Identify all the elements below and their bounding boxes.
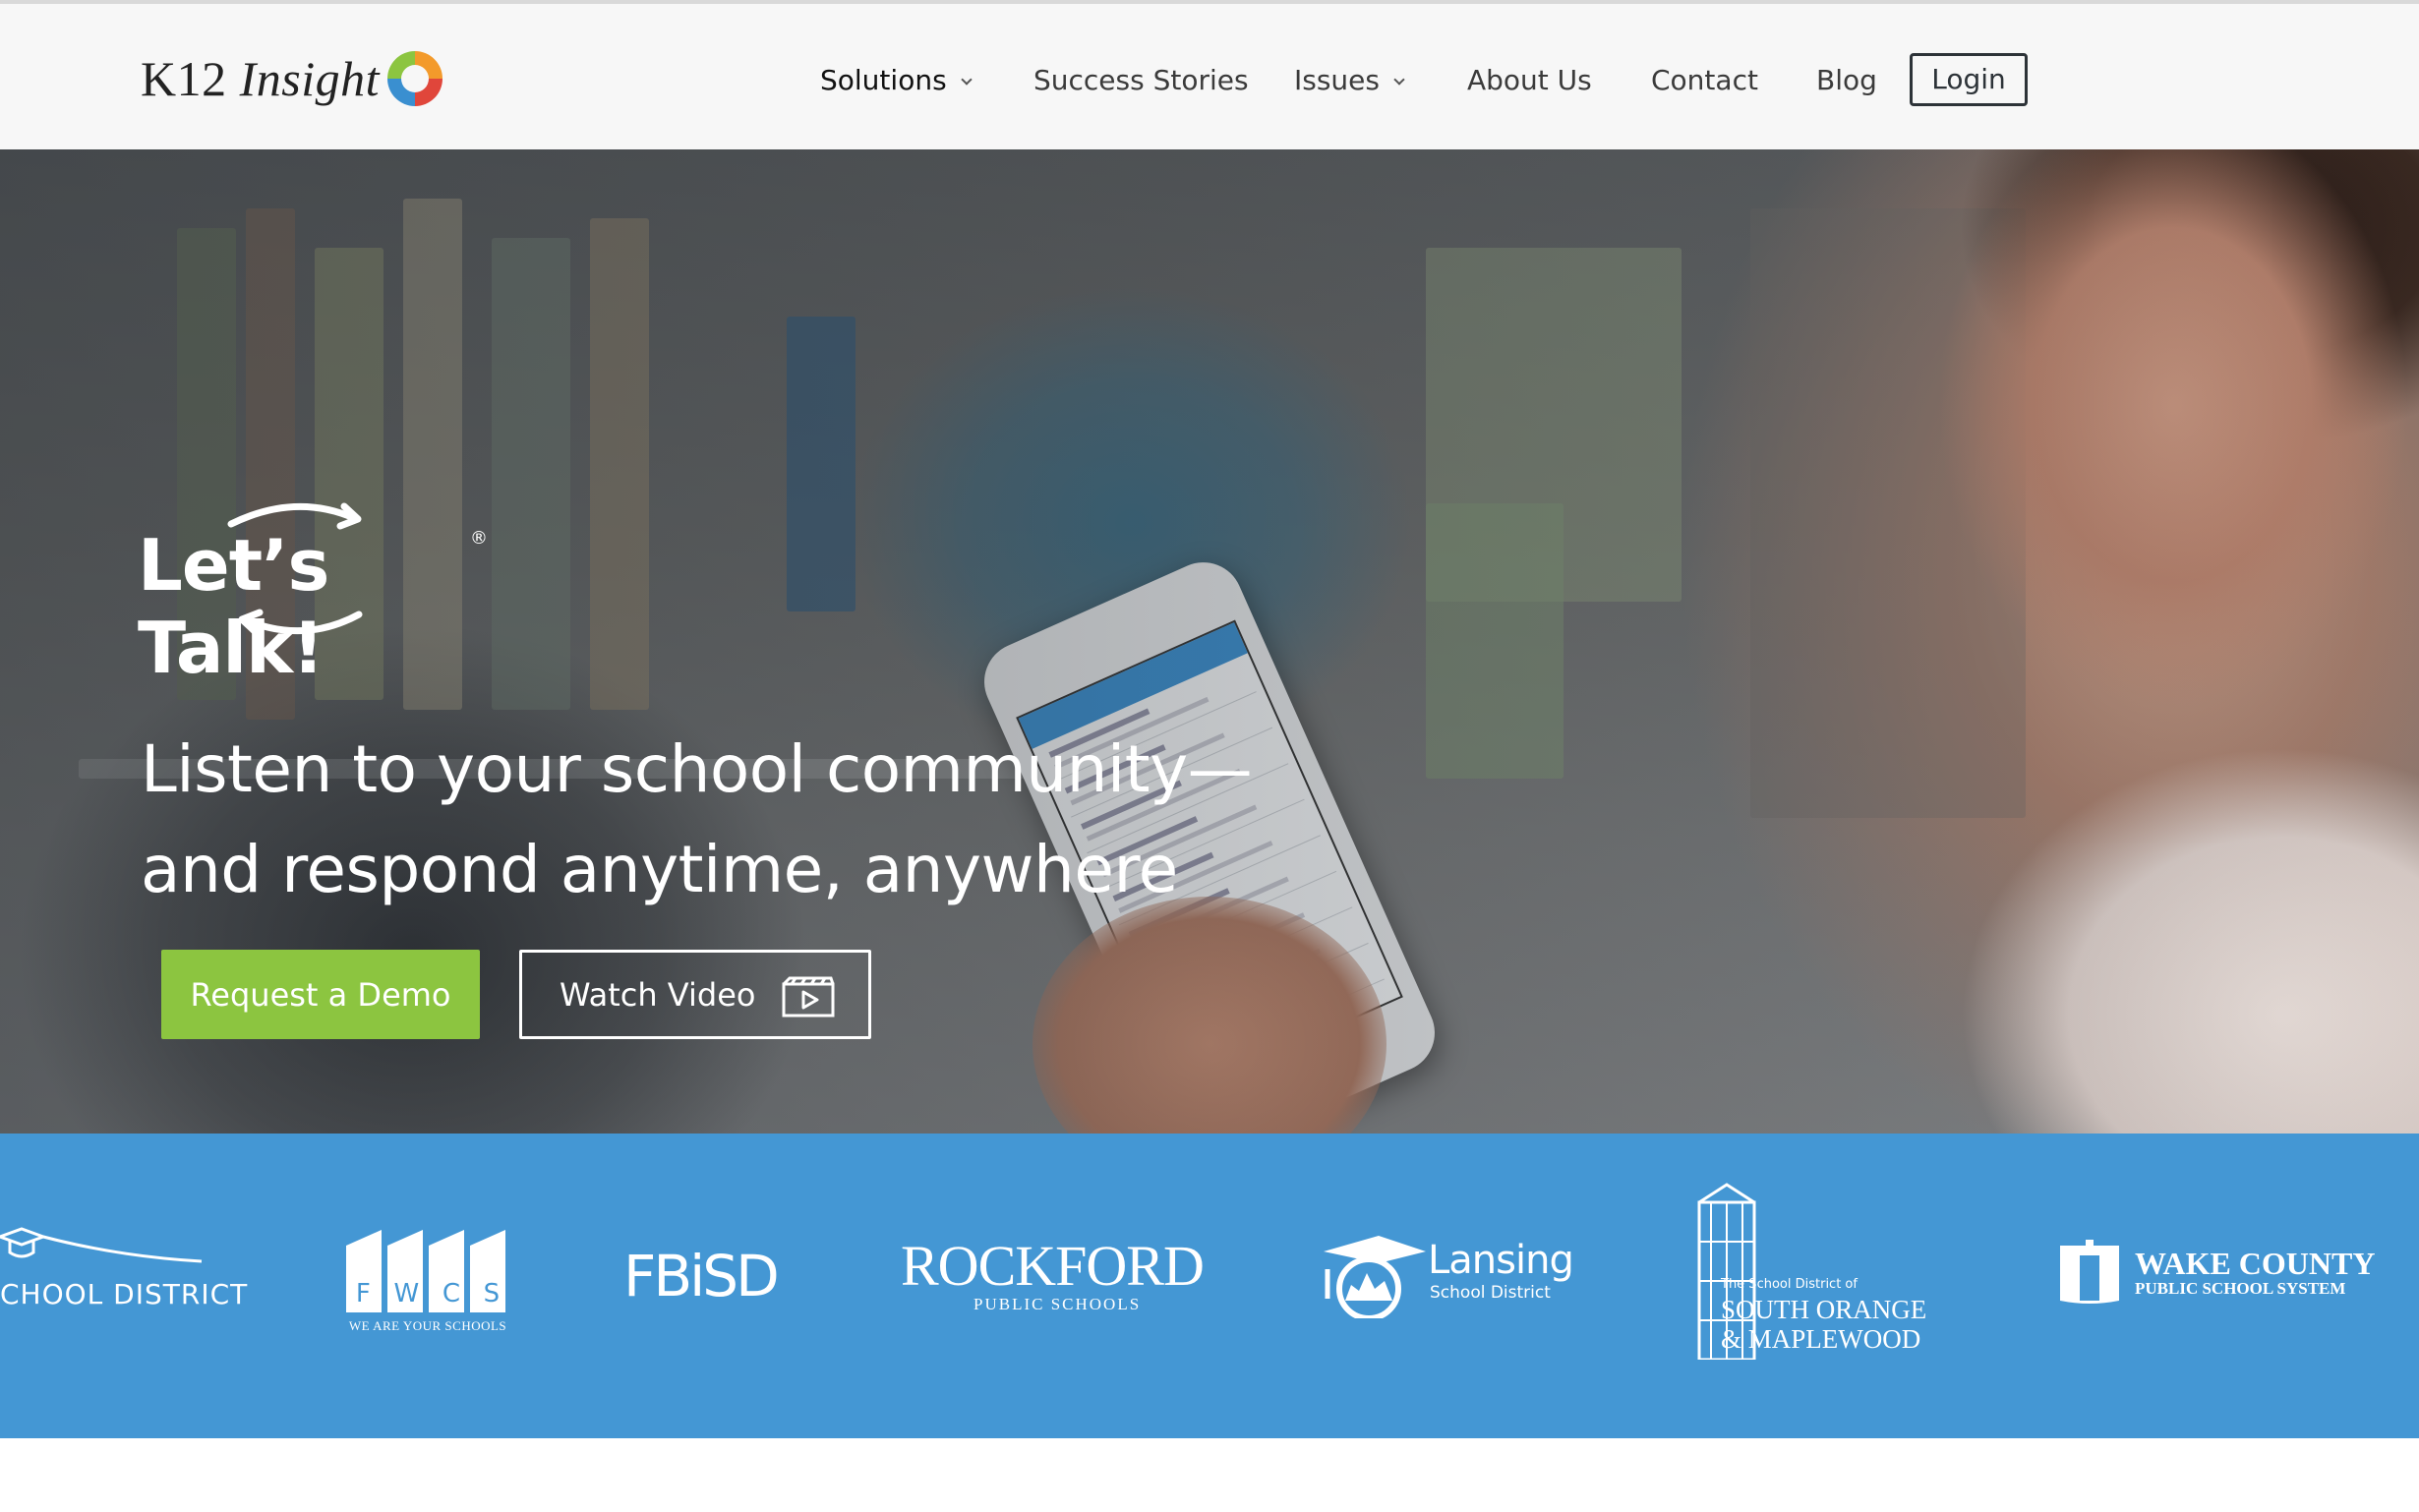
lansing-capitol-icon xyxy=(1324,1236,1426,1318)
page-bottom-area xyxy=(0,1438,2419,1512)
rockford-subtitle: PUBLIC SCHOOLS xyxy=(974,1295,1142,1313)
nav-item-blog[interactable]: Blog xyxy=(1816,53,1877,108)
nav-label: Blog xyxy=(1816,64,1877,96)
registered-mark: ® xyxy=(470,528,488,549)
south-orange-line1: SOUTH ORANGE xyxy=(1721,1295,1927,1324)
lets-talk-wordmark: Let’s Talk! xyxy=(138,524,329,689)
fwcs-logo: F W C S WE ARE YOUR SCHOOLS xyxy=(344,1220,511,1338)
fwcs-letter: F xyxy=(355,1279,371,1308)
south-orange-maplewood-logo: The School District of SOUTH ORANGE & MA… xyxy=(1682,1183,1947,1360)
fwcs-letter: C xyxy=(442,1279,460,1308)
graduation-cap-icon xyxy=(0,1227,203,1263)
fwcs-tagline: WE ARE YOUR SCHOOLS xyxy=(348,1318,507,1333)
south-orange-prefix: The School District of xyxy=(1721,1277,1858,1292)
nav-label: Contact xyxy=(1651,64,1758,96)
nav-item-contact[interactable]: Contact xyxy=(1651,53,1758,108)
chevron-down-icon xyxy=(1393,74,1405,86)
main-nav: Solutions Success Stories Issues About U… xyxy=(0,53,2419,108)
fwcs-letters: F W C S xyxy=(344,1279,511,1308)
wake-county-name: WAKE COUNTY xyxy=(2135,1246,2376,1281)
site-header: K12 Insight Solutions Success Stories Is… xyxy=(0,0,2419,149)
login-button[interactable]: Login xyxy=(1910,53,2028,106)
fbisd-logo: FBiSD xyxy=(623,1243,780,1309)
south-orange-line2: & MAPLEWOOD xyxy=(1721,1324,1921,1354)
nav-label: Issues xyxy=(1294,64,1380,96)
district-name: CHOOL DISTRICT xyxy=(0,1278,249,1310)
watch-video-label: Watch Video xyxy=(560,975,756,1014)
fwcs-letter: S xyxy=(483,1279,501,1308)
lansing-subtitle: School District xyxy=(1430,1283,1551,1303)
lets-talk-logo: Let’s Talk! ® xyxy=(138,489,492,689)
wake-county-logo: WAKE COUNTY PUBLIC SCHOOL SYSTEM xyxy=(2058,1240,2383,1308)
hero-headline: Listen to your school community— and res… xyxy=(141,720,1321,920)
rockford-logo: ROCKFORD PUBLIC SCHOOLS xyxy=(901,1232,1206,1330)
hero-headline-line1: Listen to your school community— xyxy=(141,731,1253,807)
nav-item-solutions[interactable]: Solutions xyxy=(820,53,973,108)
school-district-logo-partial: CHOOL DISTRICT xyxy=(0,1217,247,1325)
nav-label: About Us xyxy=(1467,64,1592,96)
wake-county-subtitle: PUBLIC SCHOOL SYSTEM xyxy=(2135,1279,2346,1298)
fwcs-letter: W xyxy=(393,1279,420,1308)
lansing-name: Lansing xyxy=(1428,1238,1574,1283)
chevron-down-icon xyxy=(960,74,973,86)
nav-label: Success Stories xyxy=(1033,64,1249,96)
hero-headline-line2: and respond anytime, anywhere xyxy=(141,832,1178,907)
nav-item-issues[interactable]: Issues xyxy=(1294,53,1405,108)
hero-section: Let’s Talk! ® Listen to your school comm… xyxy=(0,149,2419,1134)
wake-county-building-icon xyxy=(2060,1240,2119,1304)
watch-video-button[interactable]: Watch Video xyxy=(519,950,871,1039)
video-clapper-icon xyxy=(782,976,835,1018)
rockford-name: ROCKFORD xyxy=(901,1234,1205,1298)
nav-item-success-stories[interactable]: Success Stories xyxy=(1033,53,1249,108)
lansing-logo: Lansing School District xyxy=(1320,1230,1575,1318)
nav-item-about-us[interactable]: About Us xyxy=(1467,53,1592,108)
nav-label: Solutions xyxy=(820,64,947,96)
request-demo-button[interactable]: Request a Demo xyxy=(161,950,480,1039)
district-logo-strip: CHOOL DISTRICT F W C S WE ARE YOUR SCHOO… xyxy=(0,1134,2419,1438)
